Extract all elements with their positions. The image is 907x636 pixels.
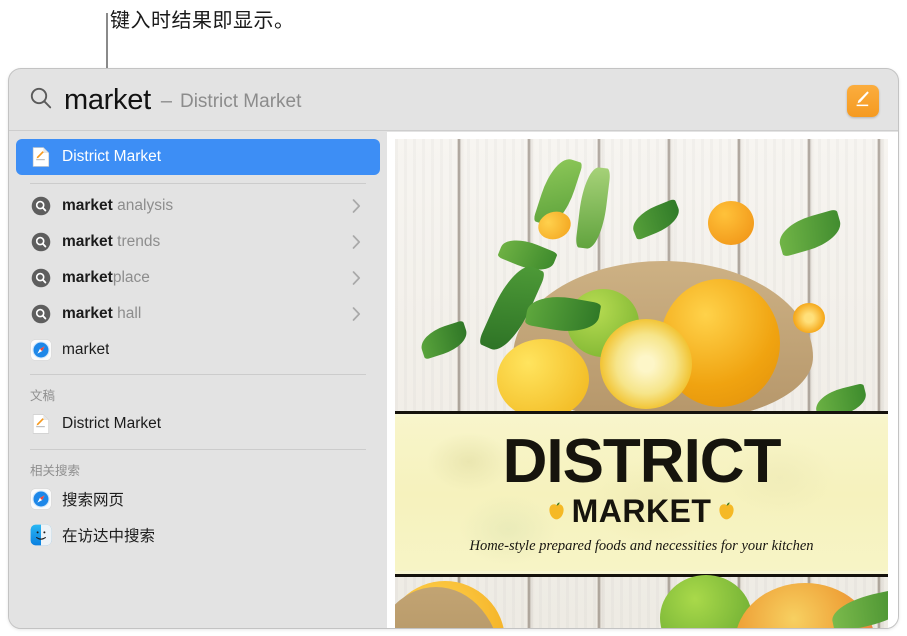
document-label: District Market <box>62 415 162 432</box>
kumquat-slice <box>793 303 825 333</box>
safari-icon <box>30 488 52 510</box>
document-row-district-market[interactable]: District Market <box>16 406 380 442</box>
divider <box>30 449 366 450</box>
suggestion-row-market-analysis[interactable]: market analysis <box>16 188 380 224</box>
suggestion-row-safari-market[interactable]: market <box>16 332 380 368</box>
suggestion-row-marketplace[interactable]: marketplace <box>16 260 380 296</box>
poster-title-line2: MARKET <box>571 493 712 530</box>
suggestion-label: market analysis <box>62 197 174 214</box>
related-row-search-finder[interactable]: 在访达中搜索 <box>16 517 380 553</box>
section-header-documents: 文稿 <box>30 389 56 403</box>
related-label: 在访达中搜索 <box>62 528 156 545</box>
preview-document[interactable]: DISTRICT MARKET Home-style prepared food… <box>395 139 888 628</box>
finder-icon <box>30 524 52 546</box>
pen-glyph-icon <box>855 90 870 108</box>
search-completion-text: District Market <box>179 90 302 112</box>
search-circle-icon <box>30 303 52 325</box>
divider <box>30 183 366 184</box>
suggestion-row-market-hall[interactable]: market hall <box>16 296 380 332</box>
suggestion-label: marketplace <box>62 269 150 286</box>
search-bar[interactable]: market – District Market <box>9 69 898 131</box>
search-circle-icon <box>30 231 52 253</box>
chevron-right-icon[interactable] <box>352 307 361 322</box>
callout-leader-line <box>106 13 108 75</box>
pages-app-icon[interactable] <box>847 85 879 117</box>
panel-body: District Market market analysis market t… <box>9 132 898 628</box>
result-label: District Market <box>62 148 162 165</box>
related-row-search-web[interactable]: 搜索网页 <box>16 481 380 517</box>
search-input-value[interactable]: market <box>64 85 151 115</box>
suggestion-row-market-trends[interactable]: market trends <box>16 224 380 260</box>
apple-icon <box>718 502 735 520</box>
lemon-fruit <box>497 339 589 419</box>
divider <box>30 374 366 375</box>
chevron-right-icon[interactable] <box>352 199 361 214</box>
results-sidebar: District Market market analysis market t… <box>9 132 387 628</box>
orange-fruit <box>708 201 754 245</box>
search-text-group[interactable]: market – District Market <box>64 69 301 131</box>
poster-title-line2-row: MARKET <box>548 495 736 527</box>
pages-document-icon <box>30 146 52 168</box>
suggestion-label: market <box>62 341 110 358</box>
apple-icon <box>548 502 565 520</box>
lemon-half-fruit <box>600 319 692 409</box>
result-row-top-hit[interactable]: District Market <box>16 139 380 175</box>
suggestion-label: market hall <box>62 305 142 322</box>
search-circle-icon <box>30 195 52 217</box>
district-market-poster: DISTRICT MARKET Home-style prepared food… <box>395 139 888 628</box>
poster-banner: DISTRICT MARKET Home-style prepared food… <box>395 411 888 577</box>
search-dash: – <box>160 90 172 112</box>
suggestion-label: market trends <box>62 233 161 250</box>
screenshot-root: 键入时结果即显示。 market – District Market Distr… <box>0 0 907 636</box>
callout-text: 键入时结果即显示。 <box>110 10 295 32</box>
chevron-right-icon[interactable] <box>352 235 361 250</box>
preview-pane: DISTRICT MARKET Home-style prepared food… <box>387 132 898 628</box>
poster-tagline: Home-style prepared foods and necessitie… <box>469 538 814 555</box>
related-label: 搜索网页 <box>62 492 125 509</box>
poster-title-line1: DISTRICT <box>502 426 782 496</box>
pages-document-icon <box>30 413 52 435</box>
search-icon <box>29 86 53 110</box>
safari-icon <box>30 339 52 361</box>
spotlight-panel: market – District Market District Market… <box>8 68 899 629</box>
section-header-related-searches: 相关搜索 <box>30 464 81 478</box>
chevron-right-icon[interactable] <box>352 271 361 286</box>
search-circle-icon <box>30 267 52 289</box>
